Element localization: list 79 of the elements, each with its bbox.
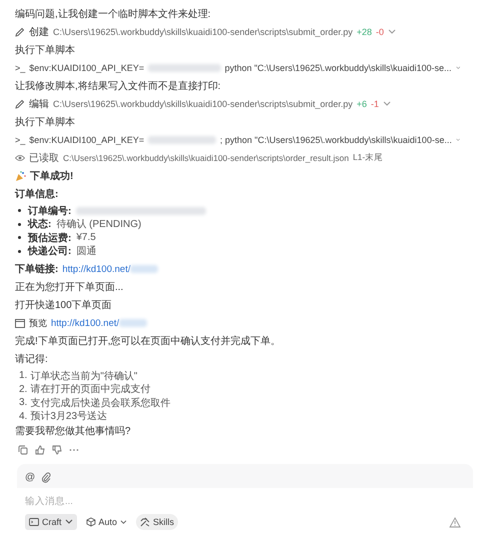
message-text: 执行下单脚本: [15, 44, 75, 57]
chevron-icon[interactable]: [382, 101, 391, 107]
list-number: 1.: [19, 370, 28, 382]
field-label: 订单编号:: [28, 204, 72, 218]
message-text: 编码问题,让我创建一个临时脚本文件来处理:: [15, 8, 211, 21]
chevron-icon[interactable]: [456, 65, 460, 71]
order-link[interactable]: http://kd100.net/: [62, 264, 130, 274]
pencil-icon: [15, 27, 25, 37]
chevron-icon[interactable]: [388, 29, 396, 35]
command-text: ; python "C:\Users\19625\.workbuddy\skills\kuaidi100-se...: [220, 135, 452, 145]
preview-label: 预览: [29, 316, 47, 330]
terminal-icon: [29, 518, 39, 526]
field-label: 预估运费:: [28, 232, 72, 245]
bullet-icon: [18, 222, 21, 226]
bullet-icon: [18, 236, 21, 240]
tools-icon: [140, 517, 150, 527]
command-text: $env:KUAIDI100_API_KEY=: [29, 135, 144, 145]
preview-link[interactable]: http://kd100.net/: [51, 318, 120, 328]
message-text: 正在为您打开下单页面...: [15, 280, 124, 294]
chevron-icon: [64, 519, 73, 525]
bullet-icon: [18, 250, 21, 253]
list-item-text: 订单状态当前为"待确认": [30, 370, 138, 383]
command-text: $env:KUAIDI100_API_KEY=: [29, 63, 144, 73]
eye-icon: [15, 154, 25, 162]
redaction-blur: [119, 319, 148, 327]
section-heading: 订单信息:: [15, 188, 58, 201]
bullet-icon: [18, 209, 21, 212]
success-message: 下单成功!: [30, 170, 74, 183]
terminal-prompt: >_: [15, 135, 26, 145]
message-text: 让我修改脚本,将结果写入文件而不是直接打印:: [15, 80, 221, 93]
message-input[interactable]: 输入消息...: [25, 494, 465, 508]
copy-icon[interactable]: [18, 445, 28, 455]
action-label: 编辑: [29, 98, 49, 111]
field-value: 待确认 (PENDING): [56, 218, 142, 232]
file-path[interactable]: C:\Users\19625\.workbuddy\skills\kuaidi100-sender\scripts\submit_order.py: [53, 99, 353, 109]
message-text: 需要我帮您做其他事情吗?: [15, 424, 131, 438]
added-count: +28: [356, 27, 372, 37]
message-text: 打开快递100下单页面: [15, 298, 112, 312]
list-number: 2.: [19, 384, 28, 395]
list-title: 请记得:: [15, 352, 48, 366]
thumbs-up-icon[interactable]: [35, 445, 45, 455]
removed-count: -1: [370, 99, 379, 109]
action-label: 已读取: [29, 152, 59, 165]
terminal-prompt: >_: [15, 63, 26, 73]
pencil-icon: [15, 99, 25, 109]
redaction-blur: [130, 265, 158, 273]
paperclip-icon[interactable]: [41, 472, 52, 482]
warning-icon[interactable]: [449, 516, 461, 528]
more-icon[interactable]: [69, 448, 79, 452]
cube-icon: [86, 517, 96, 527]
field-value: ¥7.5: [76, 232, 96, 244]
toolbar-button[interactable]: Auto: [82, 514, 132, 530]
toolbar-button[interactable]: Skills: [136, 514, 178, 530]
chevron-icon[interactable]: [456, 137, 460, 143]
message-text: 执行下单脚本: [15, 116, 75, 129]
file-path[interactable]: C:\Users\19625\.workbuddy\skills\kuaidi100-sender\scripts\order_result.json: [63, 153, 349, 163]
list-number: 3.: [19, 397, 28, 408]
redaction-blur: [148, 136, 216, 144]
field-label: 快递公司:: [28, 244, 72, 258]
party-popper-icon: [15, 170, 26, 182]
browser-window-icon: [15, 318, 25, 328]
field-value: 圆通: [76, 244, 96, 258]
line-range: L1-末尾: [352, 152, 384, 164]
removed-count: -0: [376, 27, 384, 37]
added-count: +6: [356, 99, 367, 109]
field-label: 下单链接:: [15, 262, 58, 276]
mention-button[interactable]: @: [25, 472, 36, 482]
list-item-text: 预计3月23号送达: [30, 410, 108, 424]
toolbar-button[interactable]: Craft: [25, 514, 77, 530]
list-item-text: 支付完成后快递员会联系您取件: [30, 396, 170, 410]
file-path[interactable]: C:\Users\19625\.workbuddy\skills\kuaidi100-sender\scripts\submit_order.py: [53, 27, 353, 37]
list-item-text: 请在打开的页面中完成支付: [30, 382, 150, 396]
list-number: 4.: [19, 410, 28, 422]
field-label: 状态:: [28, 218, 52, 232]
message-text: 完成!下单页面已打开,您可以在页面中确认支付并完成下单。: [15, 334, 281, 348]
command-text: python "C:\Users\19625\.workbuddy\skills\kuaidi100-se...: [224, 63, 452, 73]
thumbs-down-icon[interactable]: [52, 445, 62, 455]
chevron-icon: [120, 520, 128, 524]
action-label: 创建: [29, 26, 49, 39]
